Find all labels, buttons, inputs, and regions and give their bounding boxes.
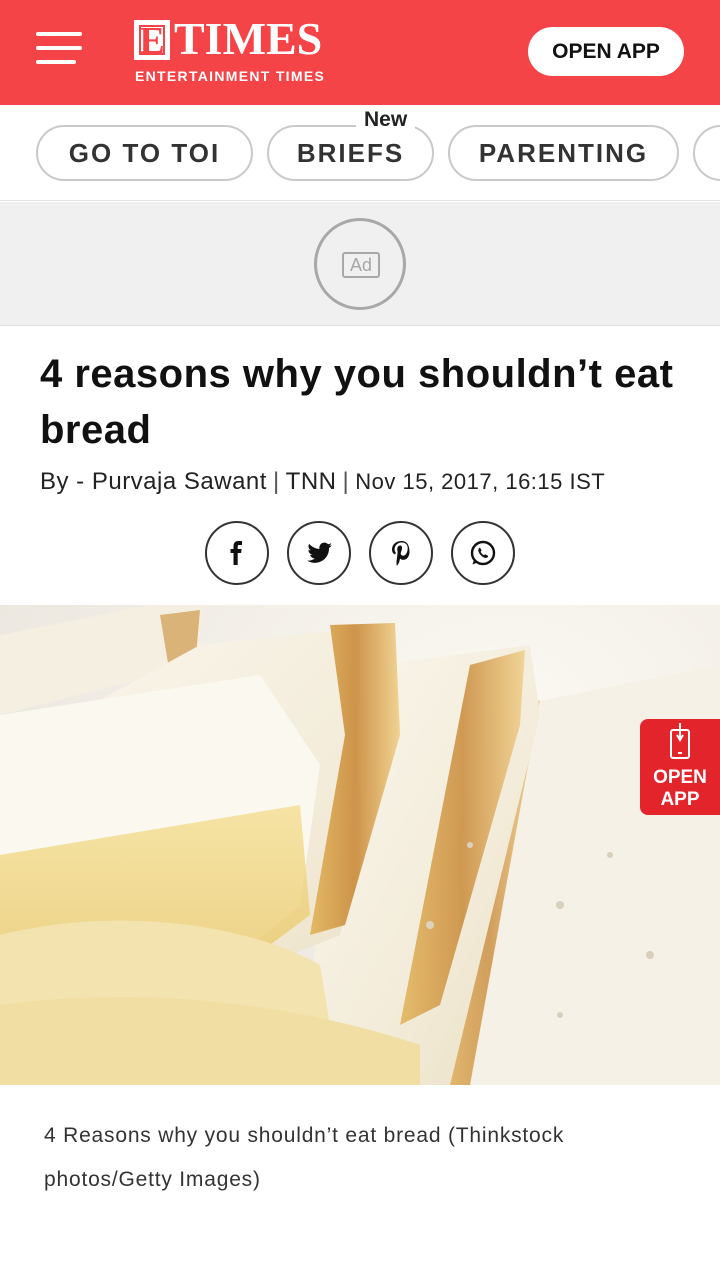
floating-label-line1: OPEN	[653, 767, 707, 788]
whatsapp-icon	[470, 540, 496, 566]
whatsapp-share-button[interactable]	[451, 521, 515, 585]
facebook-icon	[230, 541, 242, 565]
nav-pill-go-to-toi[interactable]: GO TO TOI	[36, 125, 253, 181]
logo-subtitle: ENTERTAINMENT TIMES	[135, 68, 326, 84]
site-header: E TIMES ENTERTAINMENT TIMES OPEN APP	[0, 0, 720, 105]
article-byline: By - Purvaja Sawant | TNN | Nov 15, 2017, 16…	[40, 468, 605, 496]
logo-wordmark: TIMES	[174, 13, 323, 64]
article-headline: 4 reasons why you shouldn’t eat bread	[40, 352, 674, 452]
new-badge: New	[356, 108, 416, 132]
facebook-share-button[interactable]	[205, 521, 269, 585]
floating-label-line2: APP	[660, 789, 700, 810]
bread-slices-image	[0, 605, 720, 1085]
byline-date: Nov 15, 2017, 16:15 IST	[355, 469, 606, 494]
hamburger-menu-icon[interactable]	[36, 32, 82, 68]
article-hero-image	[0, 605, 720, 1085]
nav-pill-briefs[interactable]: BRIEFS	[267, 125, 434, 181]
nav-pill-parenting[interactable]: PARENTING	[448, 125, 679, 181]
open-app-button[interactable]: OPEN APP	[528, 27, 684, 76]
twitter-share-button[interactable]	[287, 521, 351, 585]
byline-source: TNN	[285, 468, 337, 495]
share-bar	[205, 521, 525, 585]
image-caption: 4 Reasons why you shouldn’t eat bread (T…	[44, 1124, 565, 1191]
download-arrow-icon	[676, 723, 684, 742]
ad-label: Ad	[342, 252, 380, 278]
etimes-logo[interactable]: E TIMES ENTERTAINMENT TIMES	[134, 14, 346, 88]
section-nav: GO TO TOI BRIEFS New PARENTING	[0, 105, 720, 201]
byline-separator: |	[342, 468, 350, 495]
floating-open-app-button[interactable]: OPEN APP	[640, 719, 720, 815]
pinterest-icon	[392, 541, 410, 566]
ad-placeholder-icon: Ad	[314, 218, 406, 310]
pinterest-share-button[interactable]	[369, 521, 433, 585]
logo-e-mark: E	[134, 20, 170, 60]
ad-slot: Ad	[0, 202, 720, 326]
byline-author[interactable]: By - Purvaja Sawant	[40, 468, 267, 495]
nav-pill-more[interactable]	[693, 125, 720, 181]
byline-separator: |	[272, 468, 280, 495]
floating-open-app-label: OPEN APP	[640, 767, 720, 811]
twitter-icon	[307, 542, 332, 563]
